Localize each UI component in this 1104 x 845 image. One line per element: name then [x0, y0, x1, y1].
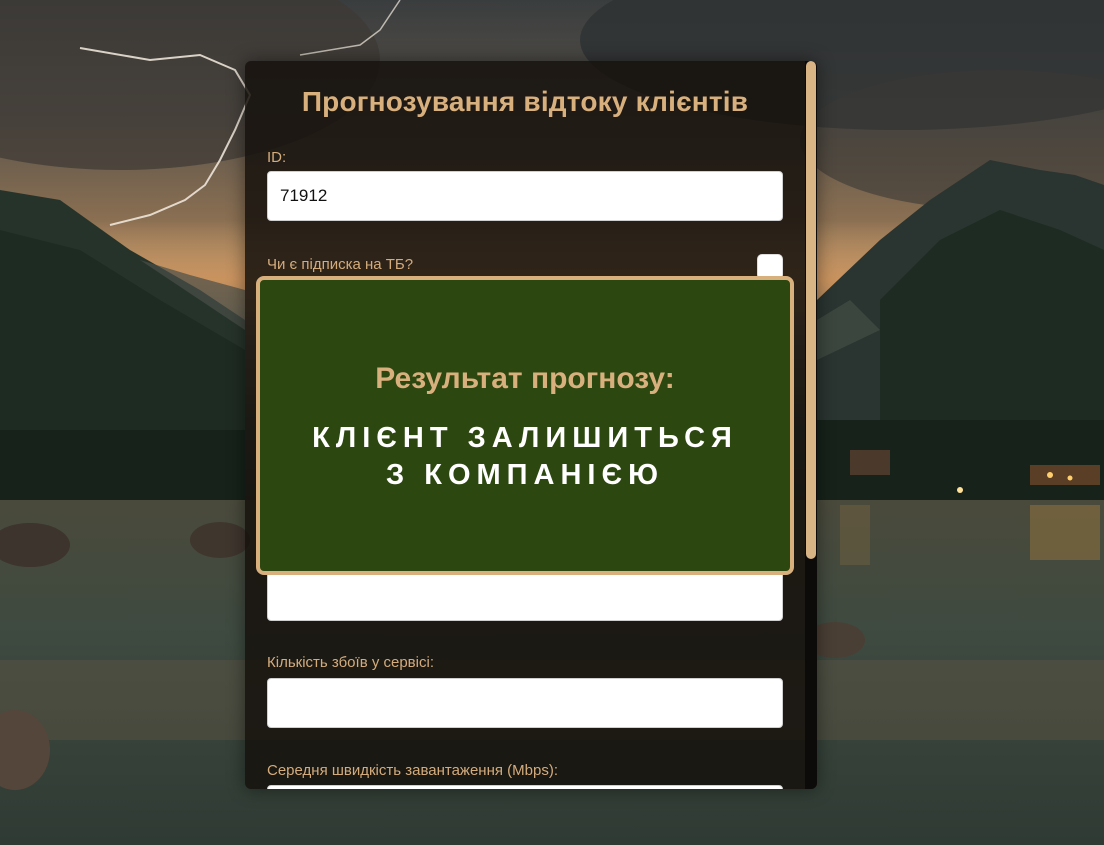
scrollbar-track[interactable] — [805, 61, 817, 789]
service-failures-label: Кількість збоїв у сервісі: — [267, 654, 434, 671]
prediction-result-modal: Результат прогнозу: КЛІЄНТ ЗАЛИШИТЬСЯ З … — [256, 276, 794, 575]
download-speed-input[interactable] — [267, 785, 783, 789]
result-title: Результат прогнозу: — [375, 362, 675, 395]
hidden-field-input[interactable] — [267, 571, 783, 621]
id-label: ID: — [267, 149, 287, 166]
tv-subscription-label: Чи є підписка на ТБ? — [267, 256, 414, 273]
id-input[interactable] — [267, 171, 783, 221]
service-failures-input[interactable] — [267, 678, 783, 728]
download-speed-label: Середня швидкість завантаження (Mbps): — [267, 762, 558, 779]
scrollbar-thumb[interactable] — [806, 61, 816, 559]
result-message: КЛІЄНТ ЗАЛИШИТЬСЯ З КОМПАНІЄЮ — [260, 420, 790, 494]
page-title: Прогнозування відтоку клієнтів — [301, 86, 749, 117]
result-line-2: З КОМПАНІЄЮ — [386, 459, 664, 491]
result-line-1: КЛІЄНТ ЗАЛИШИТЬСЯ — [312, 422, 738, 454]
